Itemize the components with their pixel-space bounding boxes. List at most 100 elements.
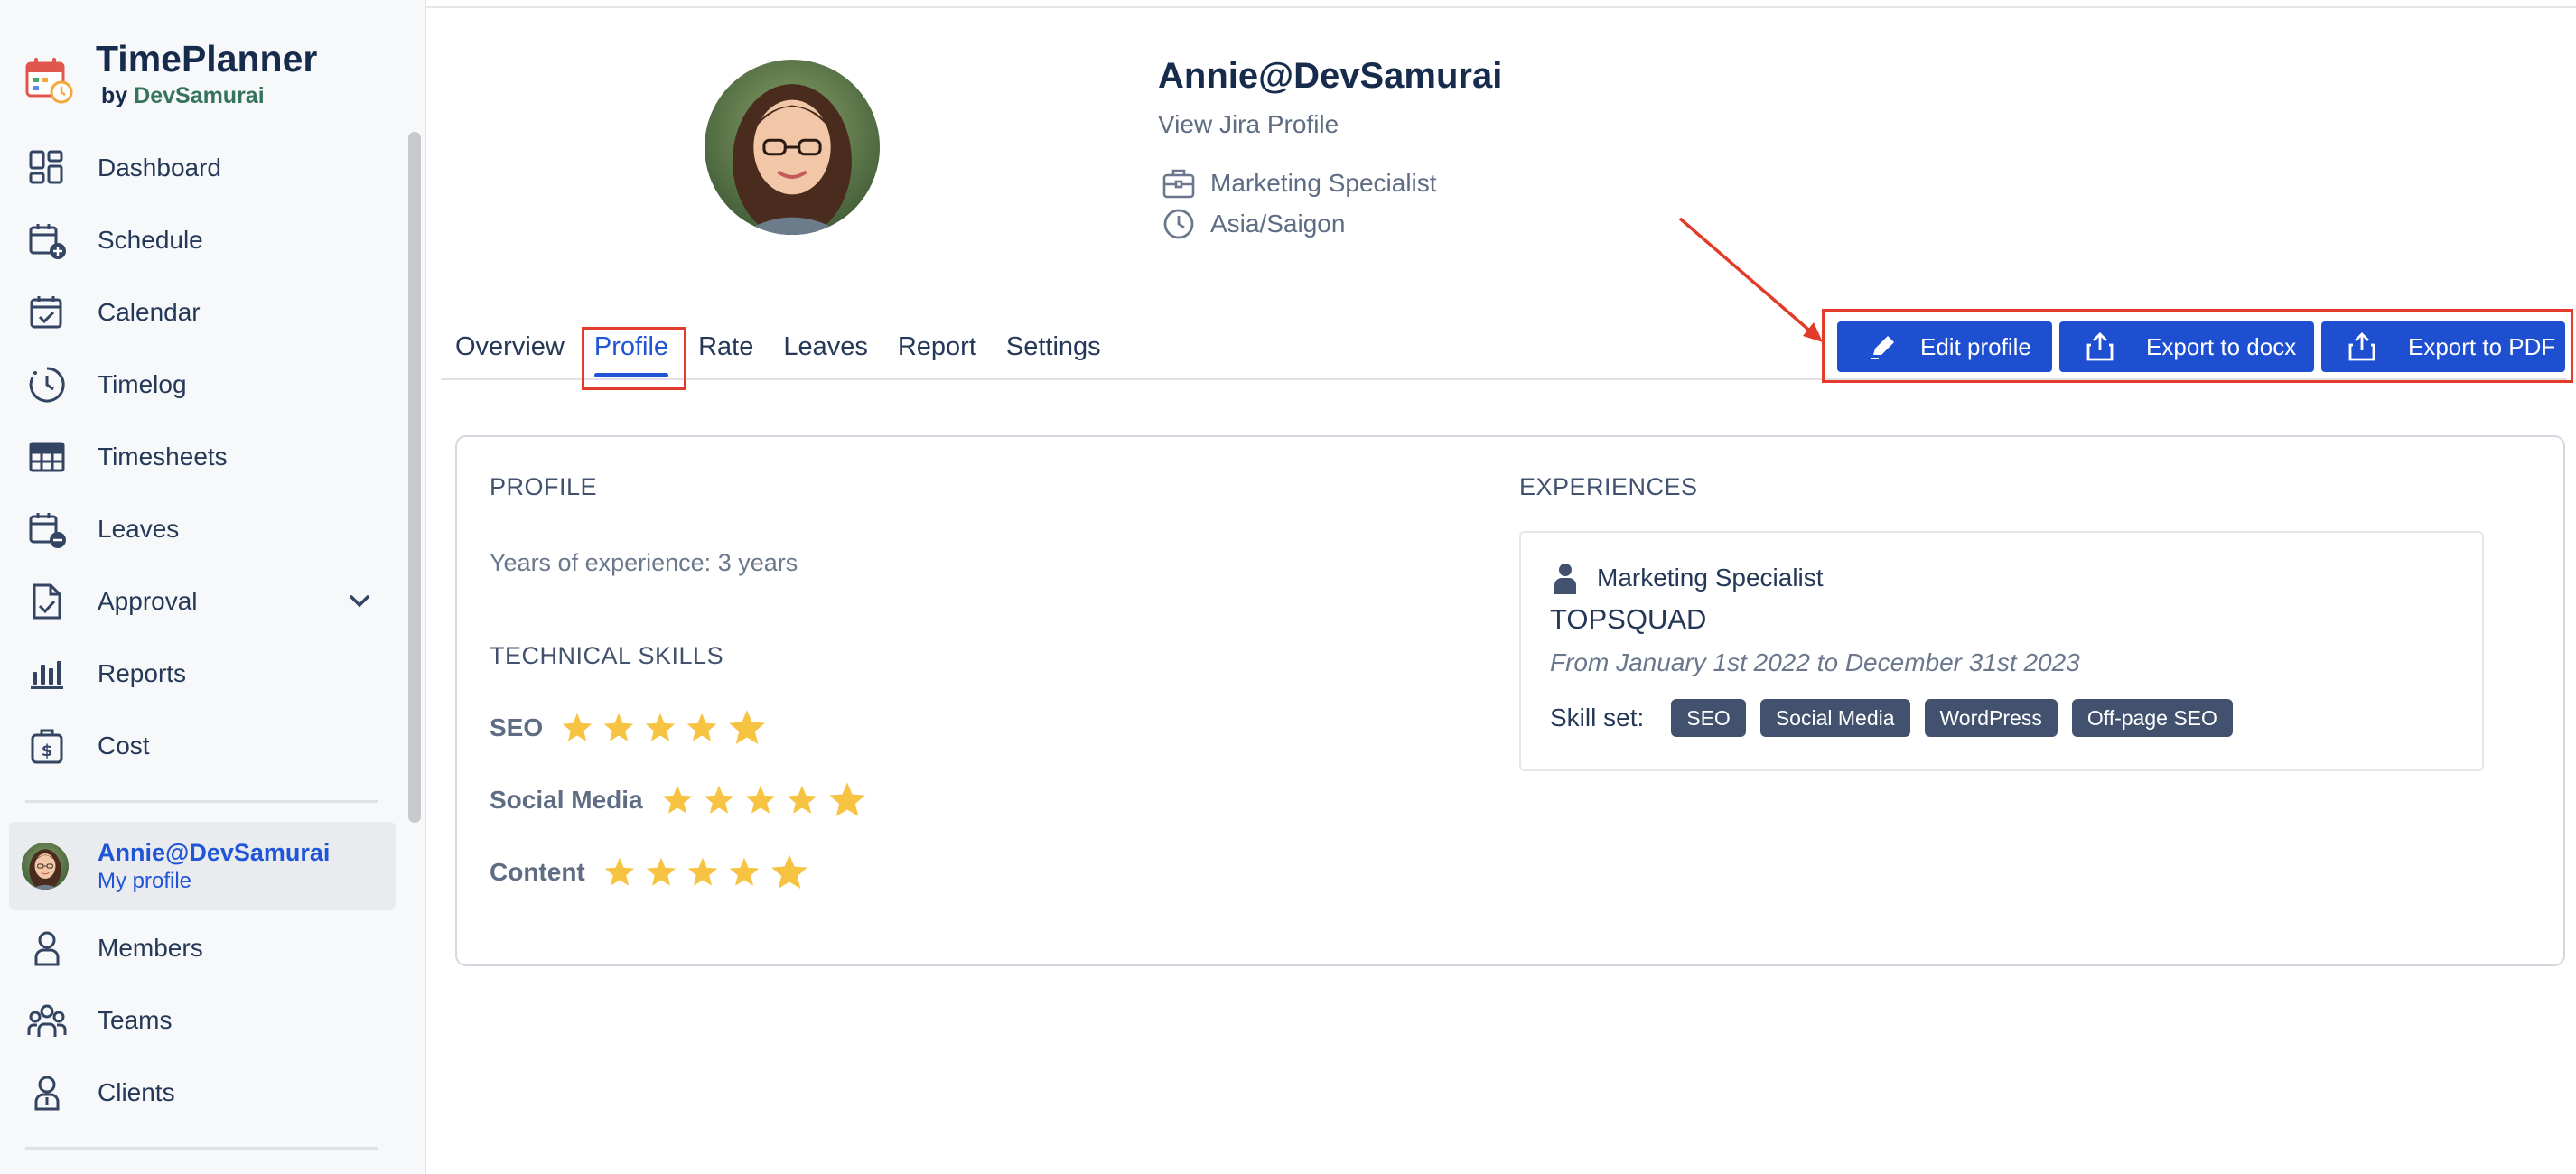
skillset-label: Skill set: bbox=[1550, 703, 1645, 731]
star-icon[interactable] bbox=[645, 856, 677, 889]
experience-company: TOPSQUAD bbox=[1550, 603, 1707, 635]
sidebar-item-reports[interactable]: Reports bbox=[0, 638, 403, 710]
sidebar-item-approval[interactable]: Approval bbox=[0, 565, 403, 638]
star-icon[interactable] bbox=[744, 784, 777, 816]
brand[interactable]: TimePlanner by DevSamurai bbox=[23, 36, 317, 110]
sidebar-divider bbox=[25, 1147, 378, 1150]
sidebar-item-my-profile[interactable]: Annie@DevSamurai My profile bbox=[9, 822, 396, 910]
star-icon[interactable] bbox=[686, 712, 718, 744]
sidebar-item-label: Clients bbox=[98, 1078, 175, 1106]
leaves-icon bbox=[29, 513, 66, 548]
approval-icon bbox=[33, 583, 61, 620]
experience-skillset: Skill set: SEO Social Media WordPress Of… bbox=[1550, 699, 2247, 737]
skill-name: Social Media bbox=[490, 786, 643, 814]
brand-title: TimePlanner bbox=[96, 38, 318, 79]
avatar bbox=[22, 843, 69, 890]
star-icon[interactable] bbox=[827, 780, 867, 820]
skill-rating[interactable] bbox=[661, 780, 876, 820]
svg-text:$: $ bbox=[42, 741, 53, 760]
profile-section-title: PROFILE bbox=[490, 473, 598, 500]
edit-profile-label: Edit profile bbox=[1920, 332, 2031, 360]
teams-icon bbox=[27, 1004, 67, 1037]
tab-report[interactable]: Report bbox=[898, 327, 976, 372]
sidebar-item-timelog[interactable]: Timelog bbox=[0, 349, 403, 421]
sidebar-nav: Dashboard Schedule Calendar Timelog Time… bbox=[0, 132, 403, 782]
sidebar-item-dashboard[interactable]: Dashboard bbox=[0, 132, 403, 204]
sidebar-item-members[interactable]: Members bbox=[0, 912, 403, 984]
star-icon[interactable] bbox=[561, 712, 593, 744]
sidebar-item-cost[interactable]: $ Cost bbox=[0, 710, 403, 782]
members-icon bbox=[34, 931, 60, 966]
star-icon[interactable] bbox=[603, 856, 636, 889]
sidebar-scrollbar[interactable] bbox=[408, 132, 421, 823]
timezone-row: Asia/Saigon bbox=[1162, 207, 1345, 241]
skill-chip: SEO bbox=[1671, 699, 1746, 737]
tab-overview[interactable]: Overview bbox=[455, 327, 565, 372]
my-profile-link[interactable]: My profile bbox=[98, 868, 330, 895]
skill-content: Content bbox=[490, 853, 818, 892]
timeplanner-logo-icon bbox=[25, 58, 73, 104]
sidebar-item-clients[interactable]: Clients bbox=[0, 1057, 403, 1129]
sidebar-item-teams[interactable]: Teams bbox=[0, 984, 403, 1057]
star-icon[interactable] bbox=[703, 784, 735, 816]
sidebar-item-label: Schedule bbox=[98, 226, 203, 254]
skill-rating[interactable] bbox=[603, 853, 818, 892]
export-icon bbox=[2086, 332, 2114, 361]
sidebar-item-label: Calendar bbox=[98, 298, 201, 326]
sidebar-item-label: Leaves bbox=[98, 515, 180, 543]
sidebar-item-label: Cost bbox=[98, 731, 150, 759]
star-icon[interactable] bbox=[686, 856, 719, 889]
chevron-down-icon[interactable] bbox=[345, 587, 374, 616]
briefcase-icon bbox=[1162, 169, 1195, 199]
sidebar-item-label: Members bbox=[98, 934, 203, 962]
annotation-arrow bbox=[1678, 217, 1823, 342]
profile-name: Annie@DevSamurai bbox=[1158, 56, 1503, 96]
export-docx-button[interactable]: Export to docx bbox=[2059, 321, 2314, 372]
experience-role: Marketing Specialist bbox=[1597, 564, 1824, 592]
experience-role-row: Marketing Specialist bbox=[1552, 562, 1824, 594]
skill-chip: Off-page SEO bbox=[2071, 699, 2233, 737]
experiences-section-title: EXPERIENCES bbox=[1519, 473, 1698, 500]
export-pdf-button[interactable]: Export to PDF bbox=[2321, 321, 2565, 372]
sidebar-item-label: Timesheets bbox=[98, 443, 228, 471]
sidebar-item-timesheets[interactable]: Timesheets bbox=[0, 421, 403, 493]
tab-settings[interactable]: Settings bbox=[1006, 327, 1101, 372]
star-icon[interactable] bbox=[728, 856, 761, 889]
star-icon[interactable] bbox=[602, 712, 635, 744]
star-icon[interactable] bbox=[770, 853, 809, 892]
reports-icon bbox=[31, 661, 63, 689]
experience-dates: From January 1st 2022 to December 31st 2… bbox=[1550, 648, 2080, 676]
edit-profile-button[interactable]: Edit profile bbox=[1837, 321, 2052, 372]
skill-rating[interactable] bbox=[561, 708, 776, 748]
sidebar-item-leaves[interactable]: Leaves bbox=[0, 493, 403, 565]
export-icon bbox=[2348, 332, 2375, 361]
person-icon bbox=[1554, 564, 1576, 594]
job-title: Marketing Specialist bbox=[1210, 169, 1437, 197]
star-icon[interactable] bbox=[661, 784, 694, 816]
sidebar-item-schedule[interactable]: Schedule bbox=[0, 204, 403, 276]
job-title-row: Marketing Specialist bbox=[1162, 166, 1437, 200]
star-icon[interactable] bbox=[644, 712, 677, 744]
current-user-name: Annie@DevSamurai bbox=[98, 839, 331, 866]
sidebar-item-label: Timelog bbox=[98, 370, 187, 398]
dashboard-icon bbox=[29, 150, 63, 184]
tab-profile-highlight-box bbox=[582, 327, 686, 390]
view-jira-profile-link[interactable]: View Jira Profile bbox=[1158, 110, 1339, 139]
cost-icon: $ bbox=[31, 729, 63, 764]
skill-chip: WordPress bbox=[1924, 699, 2058, 737]
skill-chip: Social Media bbox=[1759, 699, 1910, 737]
years-of-experience: Years of experience: 3 years bbox=[490, 549, 798, 576]
sidebar-item-calendar[interactable]: Calendar bbox=[0, 276, 403, 349]
technical-skills-title: TECHNICAL SKILLS bbox=[490, 642, 724, 669]
export-docx-label: Export to docx bbox=[2146, 332, 2297, 360]
tab-rate[interactable]: Rate bbox=[698, 327, 753, 372]
profile-avatar bbox=[705, 60, 880, 235]
sidebar: TimePlanner by DevSamurai Dashboard Sche… bbox=[0, 0, 426, 1174]
timelog-icon bbox=[29, 367, 65, 403]
star-icon[interactable] bbox=[727, 708, 767, 748]
tab-leaves[interactable]: Leaves bbox=[783, 327, 868, 372]
star-icon[interactable] bbox=[786, 784, 818, 816]
clock-icon bbox=[1163, 209, 1194, 239]
sidebar-nav-lower: Members Teams Clients bbox=[0, 912, 403, 1129]
skill-name: SEO bbox=[490, 713, 544, 741]
